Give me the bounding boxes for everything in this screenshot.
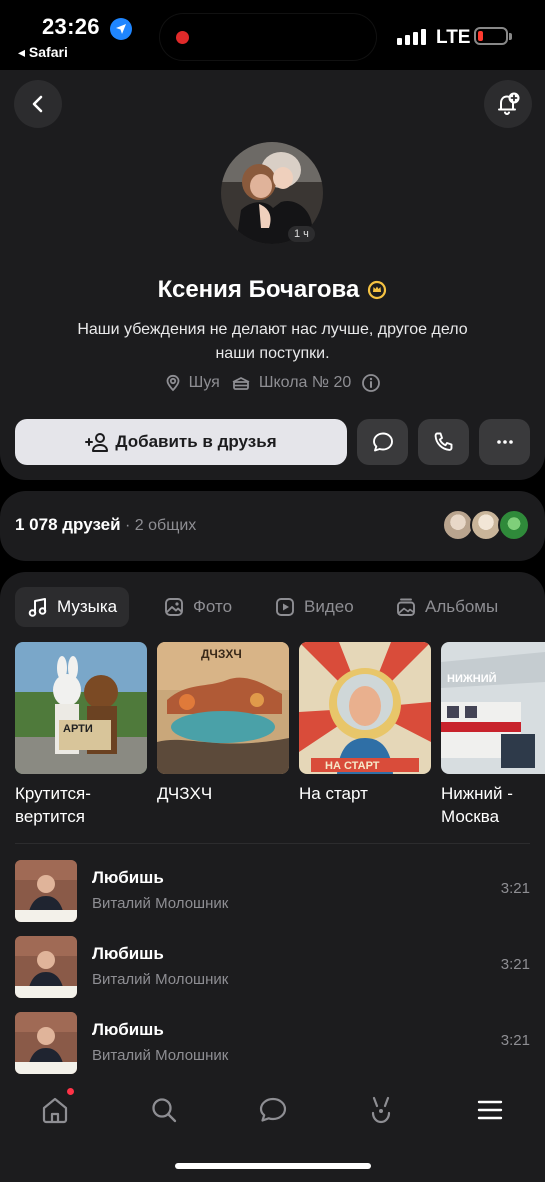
- tab-photo-label: Фото: [193, 597, 233, 616]
- school-info: Школа № 20: [230, 374, 351, 392]
- albums-icon: [397, 598, 415, 616]
- album-title[interactable]: Крутится-вертится: [15, 782, 150, 828]
- city-label: Шуя: [188, 374, 220, 391]
- back-to-safari-link[interactable]: ◂ Safari: [18, 44, 68, 61]
- mutual-friends: · 2 общих: [120, 517, 197, 534]
- track-title: Любишь: [92, 1020, 164, 1039]
- add-user-icon: [85, 433, 109, 452]
- divider: [15, 843, 530, 844]
- home-indicator: [175, 1163, 371, 1169]
- track-duration: 3:21: [500, 956, 530, 973]
- friends-count: 1 078 друзей: [15, 515, 121, 534]
- school-icon: [232, 377, 250, 390]
- photo-icon: [165, 598, 183, 616]
- svg-text:НА СТАРТ: НА СТАРТ: [325, 760, 380, 772]
- menu-icon: [477, 1100, 503, 1120]
- friends-summary[interactable]: 1 078 друзей · 2 общих: [15, 515, 196, 535]
- message-bubble-icon: [372, 432, 393, 452]
- music-note-icon: [28, 598, 47, 617]
- track-cover: [15, 860, 77, 922]
- location-pin-icon: [166, 374, 180, 392]
- nav-messages[interactable]: [253, 1090, 293, 1130]
- notification-dot: [67, 1088, 74, 1095]
- more-options-button[interactable]: [479, 419, 530, 465]
- clips-icon: [371, 1096, 391, 1124]
- album-cover[interactable]: НА СТАРТ: [299, 642, 431, 774]
- location-arrow-icon: [110, 18, 132, 40]
- status-line-2: наши поступки.: [215, 345, 330, 362]
- track-row[interactable]: Любишь Виталий Молошник 3:21: [0, 936, 545, 998]
- track-duration: 3:21: [500, 880, 530, 897]
- status-line-1: Наши убеждения не делают нас лучше, друг…: [77, 321, 468, 338]
- nav-home[interactable]: [35, 1090, 75, 1130]
- phone-icon: [434, 432, 452, 451]
- dynamic-island: [160, 14, 376, 60]
- track-title: Любишь: [92, 944, 164, 963]
- search-icon: [152, 1098, 177, 1123]
- add-friend-button[interactable]: Добавить в друзья: [15, 419, 347, 465]
- crown-badge-icon[interactable]: [367, 280, 387, 300]
- nav-clips[interactable]: [361, 1090, 401, 1130]
- profile-status: Наши убеждения не делают нас лучше, друг…: [40, 318, 505, 366]
- back-button[interactable]: [14, 80, 62, 128]
- track-artist: Виталий Молошник: [92, 971, 229, 988]
- profile-name-row: Ксения Бочагова: [0, 276, 545, 304]
- track-row[interactable]: Любишь Виталий Молошник 3:21: [0, 1012, 545, 1074]
- more-dots-icon: [496, 440, 513, 444]
- album-cover[interactable]: ДЧЗХЧ: [157, 642, 289, 774]
- tab-albums[interactable]: Альбомы: [383, 587, 510, 627]
- messages-icon: [259, 1097, 287, 1122]
- track-row[interactable]: Любишь Виталий Молошник 3:21: [0, 860, 545, 922]
- home-icon: [42, 1097, 68, 1124]
- signal-bars-icon: [397, 29, 426, 45]
- add-friend-label: Добавить в друзья: [115, 432, 277, 451]
- track-artist: Виталий Молошник: [92, 895, 229, 912]
- school-label: Школа № 20: [258, 374, 352, 391]
- track-cover: [15, 936, 77, 998]
- track-duration: 3:21: [500, 1032, 530, 1049]
- bell-plus-icon: [498, 92, 520, 116]
- album-title[interactable]: На старт: [299, 782, 434, 805]
- chevron-left-icon: [32, 95, 43, 113]
- call-button[interactable]: [418, 419, 469, 465]
- album-cover[interactable]: НИЖНИЙ: [441, 642, 545, 774]
- album-cover[interactable]: АРТИ: [15, 642, 147, 774]
- tab-music-label: Музыка: [57, 597, 118, 616]
- tab-music[interactable]: Музыка: [15, 587, 130, 627]
- nav-search[interactable]: [144, 1090, 184, 1130]
- album-title[interactable]: ДЧЗХЧ: [157, 782, 292, 805]
- battery-icon: [474, 27, 508, 45]
- track-cover: [15, 1012, 77, 1074]
- track-artist: Виталий Молошник: [92, 1047, 229, 1064]
- friend-avatar[interactable]: [498, 509, 530, 541]
- subscribe-notifications-button[interactable]: [484, 80, 532, 128]
- profile-name: Ксения Бочагова: [157, 276, 360, 303]
- battery-tip: [509, 33, 512, 40]
- city-info: Шуя: [164, 374, 220, 392]
- svg-text:ДЧЗХЧ: ДЧЗХЧ: [201, 647, 242, 661]
- profile-info-row: Шуя Школа № 20: [0, 373, 545, 393]
- track-title: Любишь: [92, 868, 164, 887]
- tab-video-label: Видео: [304, 597, 354, 616]
- tab-video[interactable]: Видео: [262, 587, 366, 627]
- tab-photo[interactable]: Фото: [151, 587, 244, 627]
- video-icon: [276, 598, 294, 616]
- network-type: LTE: [436, 27, 471, 48]
- story-time-badge: 1 ч: [288, 226, 315, 242]
- svg-text:АРТИ: АРТИ: [63, 723, 93, 735]
- tab-albums-label: Альбомы: [425, 597, 499, 616]
- info-icon[interactable]: [361, 373, 381, 393]
- svg-text:НИЖНИЙ: НИЖНИЙ: [447, 672, 497, 685]
- status-time: 23:26: [42, 14, 100, 39]
- recording-indicator-icon: [176, 31, 189, 44]
- album-title[interactable]: Нижний - Москва: [441, 782, 545, 828]
- nav-menu[interactable]: [470, 1090, 510, 1130]
- message-button[interactable]: [357, 419, 408, 465]
